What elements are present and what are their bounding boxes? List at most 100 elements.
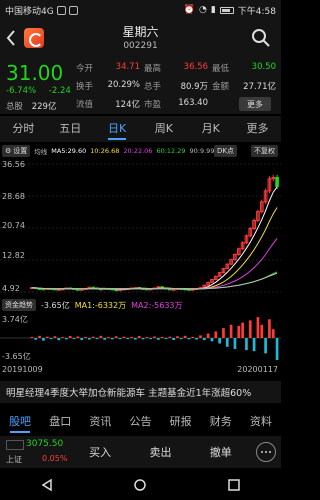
fund-bar — [271, 329, 275, 338]
fund-bar — [114, 336, 118, 338]
y-tick-label: 4.92 — [2, 284, 20, 293]
fund-bar — [195, 338, 198, 340]
more-options-button[interactable] — [251, 442, 281, 462]
total-cap-value: 229亿 — [31, 102, 57, 112]
quote-label: 总手 — [144, 82, 162, 92]
trade-bar: 3075.50 上证 0.05% 买入 卖出 撤单 — [0, 436, 281, 468]
fund-bar — [30, 336, 34, 338]
tab-forum[interactable]: 股吧 — [0, 410, 40, 434]
fund-bar — [183, 335, 187, 338]
buy-button[interactable]: 买入 — [70, 444, 130, 460]
tab-intraday[interactable]: 分时 — [0, 116, 47, 142]
clock: 下午4:58 — [237, 6, 276, 17]
fund-bar — [214, 331, 218, 338]
index-widget[interactable]: 3075.50 上证 0.05% — [0, 436, 70, 468]
quote-value: 36.56 — [183, 62, 208, 72]
tab-daily-k[interactable]: 日K — [94, 116, 141, 142]
dk-point-button[interactable]: DK点 — [214, 145, 237, 157]
y-tick-label: 20.74 — [2, 221, 25, 230]
app-header: 星期六 002291 — [0, 20, 281, 56]
quote-label: 金额 — [212, 82, 230, 92]
chart-settings-button[interactable]: ⚙ 设置 — [2, 145, 31, 157]
fund-bar — [248, 320, 252, 338]
ma10-label: 10:26.68 — [90, 147, 120, 155]
y-tick-label: 28.68 — [2, 192, 25, 201]
fund-bar — [68, 336, 72, 338]
alarm-icon: ⏰ — [183, 5, 195, 15]
tab-news[interactable]: 资讯 — [80, 410, 120, 434]
fund-bar — [137, 336, 141, 338]
candlestick-chart[interactable] — [0, 158, 281, 298]
fund-bar — [206, 333, 210, 338]
tab-monthly-k[interactable]: 月K — [187, 116, 234, 142]
fund-bottom-label: -3.65亿 — [2, 352, 31, 361]
period-tabs: 分时 五日 日K 周K 月K 更多 — [0, 116, 281, 142]
tab-more[interactable]: 更多 — [234, 116, 281, 142]
fund-bar — [45, 336, 49, 338]
fund-bar — [118, 338, 122, 340]
fund-bar — [153, 336, 156, 338]
more-button[interactable]: 更多 — [239, 97, 271, 111]
ma-line-ma60 — [31, 271, 278, 290]
no-adjust-button[interactable]: 不复权 — [251, 145, 278, 157]
tab-research[interactable]: 研报 — [161, 410, 201, 434]
tab-weekly-k[interactable]: 周K — [140, 116, 187, 142]
quote-label: 最高 — [144, 64, 162, 74]
quote-label: 最低 — [212, 64, 230, 74]
back-button[interactable] — [0, 20, 22, 56]
index-value: 3075.50 — [26, 439, 64, 449]
fund-bar — [130, 336, 133, 338]
fund-flow-chart — [0, 317, 281, 360]
fund-bar — [141, 338, 145, 340]
fund-bar — [88, 338, 91, 340]
tab-finance[interactable]: 财务 — [201, 410, 241, 434]
fund-bar — [199, 335, 202, 338]
tab-announcements[interactable]: 公告 — [120, 410, 160, 434]
fund-bar — [237, 325, 241, 338]
fund-bar — [275, 338, 279, 360]
home-nav-icon[interactable] — [133, 478, 147, 492]
battery-icon — [219, 6, 234, 14]
fund-bar — [179, 338, 183, 340]
fund-bar — [264, 338, 267, 354]
tab-five-day[interactable]: 五日 — [47, 116, 94, 142]
quote-label: 今开 — [76, 64, 94, 74]
fund-bar — [122, 336, 126, 338]
fund-bar — [34, 338, 38, 340]
fund-bar — [134, 338, 137, 340]
date-axis: 20191009 20200117 — [2, 365, 278, 374]
fund-bar — [84, 336, 87, 338]
signal-icon: ▮ — [210, 5, 216, 15]
news-headline[interactable]: 明星经理4季度大举加仓新能源车 主题基金近1年涨超60% — [0, 381, 281, 403]
fund-bar — [156, 338, 160, 340]
fund-bar — [225, 338, 229, 347]
back-nav-icon[interactable] — [40, 478, 54, 492]
app-notification-icon — [68, 5, 78, 15]
search-icon[interactable] — [251, 28, 271, 48]
ma5-label: MA5:29.60 — [51, 147, 87, 155]
fund-bar — [222, 328, 225, 338]
fund-bar — [260, 324, 264, 338]
app-logo[interactable] — [24, 28, 44, 48]
recents-nav-icon[interactable] — [227, 478, 241, 492]
sell-button[interactable]: 卖出 — [130, 444, 190, 460]
fund-bar — [126, 338, 130, 339]
tab-profile[interactable]: 资料 — [241, 410, 281, 434]
fund-bar — [65, 338, 68, 340]
ma-line-ma90 — [31, 272, 278, 290]
fund-bar — [191, 336, 195, 338]
ma-line-ma20 — [31, 238, 278, 290]
fund-bar — [252, 338, 256, 352]
start-date: 20191009 — [2, 365, 43, 374]
fund-bar — [210, 338, 214, 342]
fund-value: -3.65亿 — [41, 300, 70, 310]
fund-trend-button[interactable]: 资金趋势 — [2, 299, 36, 311]
quote-value: 34.71 — [115, 62, 140, 72]
fund-top-label: 3.74亿 — [2, 315, 28, 324]
price-change: -6.74% -2.24 — [6, 86, 81, 96]
fund-bar — [233, 338, 237, 349]
tab-orderbook[interactable]: 盘口 — [40, 410, 80, 434]
cancel-order-button[interactable]: 撤单 — [191, 444, 251, 460]
fund-bar — [160, 336, 164, 338]
fund-bar — [111, 338, 114, 340]
